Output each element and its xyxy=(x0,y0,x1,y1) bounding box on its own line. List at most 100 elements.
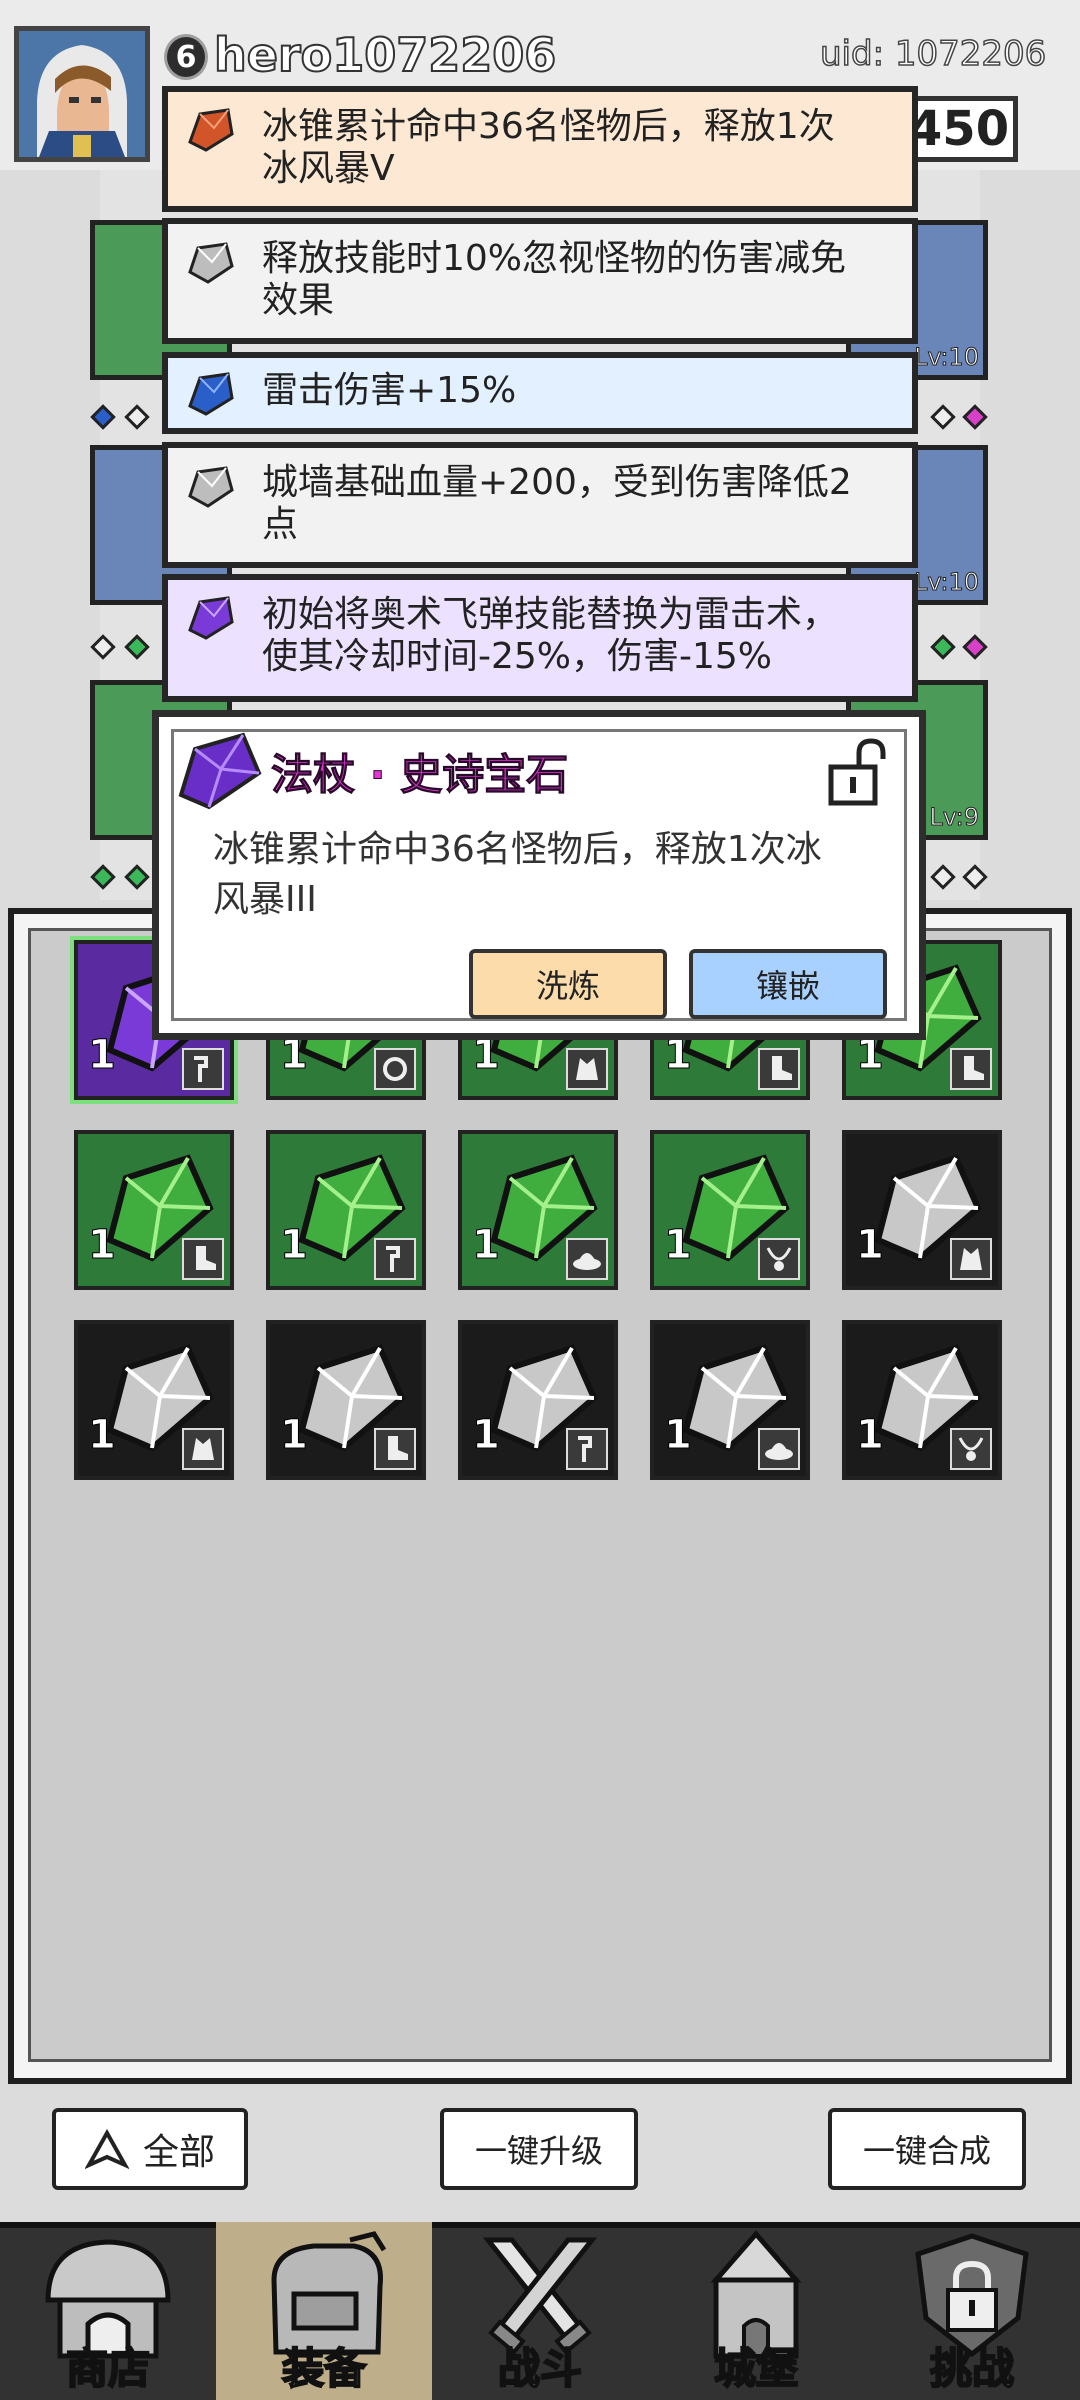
gem-detail-popup: 法杖 · 史诗宝石 冰锥累计命中36名怪物后，释放1次冰 风暴III 洗炼 镶嵌 xyxy=(152,710,926,1040)
nav-equipment[interactable]: 装备 xyxy=(216,2222,432,2400)
inventory-gem-cell[interactable]: 1 xyxy=(650,1130,810,1290)
inventory-gem-cell[interactable]: 1 xyxy=(458,1320,618,1480)
nav-challenge[interactable]: 挑战 xyxy=(864,2222,1080,2400)
item-count: 1 xyxy=(280,1412,309,1459)
affix-text-line1: 初始将奥术飞弹技能替换为雷击术， xyxy=(262,594,839,635)
item-count: 1 xyxy=(472,1222,501,1269)
item-count: 1 xyxy=(472,1412,501,1459)
popup-desc-line1: 冰锥累计命中36名怪物后，释放1次冰 xyxy=(213,829,822,870)
nav-challenge-label: 挑战 xyxy=(929,2343,1015,2394)
triangle-filter-icon xyxy=(84,2129,129,2169)
equip-type-tag xyxy=(182,1238,224,1280)
slot-level: Lv:10 xyxy=(914,568,980,597)
white-gem-icon xyxy=(188,466,234,508)
equip-type-tag xyxy=(758,1238,800,1280)
equip-type-tag xyxy=(950,1048,992,1090)
item-count: 1 xyxy=(856,1412,885,1459)
inventory-gem-cell[interactable]: 1 xyxy=(74,1320,234,1480)
armor-icon xyxy=(192,1438,214,1460)
affix-text-line1: 城墙基础血量+200，受到伤害降低2 xyxy=(262,462,852,503)
nav-shop-label: 商店 xyxy=(65,2343,151,2394)
popup-desc-line2: 风暴III xyxy=(213,879,317,920)
unlock-icon[interactable] xyxy=(825,737,889,807)
necklace-icon xyxy=(958,1437,984,1461)
item-count: 1 xyxy=(88,1032,117,1079)
equip-type-tag xyxy=(566,1048,608,1090)
merge-all-button[interactable]: 一键合成 xyxy=(828,2108,1026,2190)
nav-castle-label: 城堡 xyxy=(713,2343,799,2394)
filter-all-label: 全部 xyxy=(142,2132,215,2173)
equip-type-tag xyxy=(182,1048,224,1090)
affix-item-3[interactable]: 雷击伤害+15% xyxy=(162,352,918,434)
slot-level: Lv:9 xyxy=(929,803,980,832)
nav-castle[interactable]: 城堡 xyxy=(648,2222,864,2400)
equip-type-tag xyxy=(950,1238,992,1280)
purple-gem-icon xyxy=(188,596,234,640)
item-count: 1 xyxy=(856,1222,885,1269)
hero-portrait-icon xyxy=(19,31,145,157)
purple-gem-icon xyxy=(178,732,262,810)
boot-icon xyxy=(964,1056,984,1080)
item-count: 1 xyxy=(280,1222,309,1269)
affix-text-line2: 使其冷却时间-25%，伤害-15% xyxy=(262,636,773,677)
white-gem-icon xyxy=(188,242,234,284)
player-uid: uid: 1072206 xyxy=(819,33,1047,75)
boot-icon xyxy=(388,1436,408,1460)
equip-type-tag xyxy=(374,1428,416,1470)
inventory-gem-cell[interactable]: 1 xyxy=(458,1130,618,1290)
affix-text-line1: 释放技能时10%忽视怪物的伤害减免 xyxy=(262,238,847,279)
equip-type-tag xyxy=(182,1428,224,1470)
inventory-gem-cell[interactable]: 1 xyxy=(842,1130,1002,1290)
ring-icon xyxy=(383,1057,407,1081)
inventory-gem-cell[interactable]: 1 xyxy=(266,1130,426,1290)
player-level: 6 xyxy=(175,39,197,75)
armor-icon xyxy=(576,1058,598,1080)
item-count: 1 xyxy=(664,1222,693,1269)
equip-type-tag xyxy=(758,1428,800,1470)
nav-shop[interactable]: 商店 xyxy=(0,2222,216,2400)
affix-item-5[interactable]: 初始将奥术飞弹技能替换为雷击术， 使其冷却时间-25%，伤害-15% xyxy=(162,574,918,702)
orange-gem-icon xyxy=(188,108,234,152)
equip-type-tag xyxy=(758,1048,800,1090)
nav-equipment-label: 装备 xyxy=(281,2343,367,2394)
equip-type-tag xyxy=(566,1428,608,1470)
item-count: 1 xyxy=(664,1412,693,1459)
inlay-button[interactable]: 镶嵌 xyxy=(689,949,887,1019)
refine-button[interactable]: 洗炼 xyxy=(469,949,667,1019)
player-level-badge: 6 xyxy=(164,34,208,80)
nav-battle-label: 战斗 xyxy=(497,2343,583,2394)
staff-icon xyxy=(194,1056,208,1082)
upgrade-all-button[interactable]: 一键升级 xyxy=(440,2108,638,2190)
slot-level: Lv:10 xyxy=(914,343,980,372)
hat-icon xyxy=(573,1253,601,1270)
inventory-gem-cell[interactable]: 1 xyxy=(266,1320,426,1480)
necklace-icon xyxy=(766,1247,792,1271)
affix-text-line1: 冰锥累计命中36名怪物后，释放1次 xyxy=(262,106,835,147)
affix-text-line2: 冰风暴V xyxy=(262,148,395,189)
staff-icon xyxy=(578,1436,592,1462)
staff-icon xyxy=(386,1246,400,1272)
equip-type-tag xyxy=(950,1428,992,1470)
affix-text-line2: 效果 xyxy=(262,280,335,321)
affix-item-1[interactable]: 冰锥累计命中36名怪物后，释放1次 冰风暴V xyxy=(162,86,918,212)
affix-item-2[interactable]: 释放技能时10%忽视怪物的伤害减免 效果 xyxy=(162,218,918,344)
popup-description: 冰锥累计命中36名怪物后，释放1次冰 风暴III xyxy=(213,825,863,925)
blue-gem-icon xyxy=(188,372,234,416)
affix-item-4[interactable]: 城墙基础血量+200，受到伤害降低2 点 xyxy=(162,442,918,568)
equip-type-tag xyxy=(374,1238,416,1280)
player-avatar[interactable] xyxy=(14,26,150,162)
equip-type-tag xyxy=(374,1048,416,1090)
player-name: hero1072206 xyxy=(213,27,557,83)
hat-icon xyxy=(765,1443,793,1460)
popup-title: 法杖 · 史诗宝石 xyxy=(270,750,569,800)
item-count: 1 xyxy=(88,1412,117,1459)
boot-icon xyxy=(772,1056,792,1080)
boot-icon xyxy=(196,1246,216,1270)
inventory-gem-cell[interactable]: 1 xyxy=(842,1320,1002,1480)
affix-text-line2: 点 xyxy=(262,504,299,545)
inventory-gem-cell[interactable]: 1 xyxy=(650,1320,810,1480)
nav-battle[interactable]: 战斗 xyxy=(432,2222,648,2400)
inventory-gem-cell[interactable]: 1 xyxy=(74,1130,234,1290)
filter-all-button[interactable]: 全部 xyxy=(52,2108,248,2190)
affix-text-line1: 雷击伤害+15% xyxy=(262,370,517,411)
